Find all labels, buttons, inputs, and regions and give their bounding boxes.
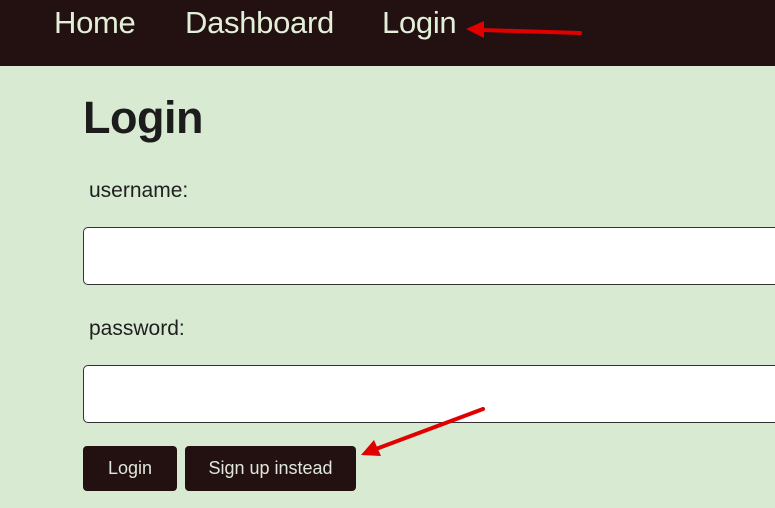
login-button[interactable]: Login	[83, 446, 177, 491]
page: Home Dashboard Login Login username: pas…	[0, 0, 775, 508]
nav-link-home[interactable]: Home	[54, 3, 136, 43]
username-label: username:	[89, 179, 189, 202]
page-title: Login	[83, 92, 203, 143]
nav-link-dashboard[interactable]: Dashboard	[185, 3, 334, 43]
username-input[interactable]	[83, 227, 775, 285]
nav-link-login[interactable]: Login	[382, 3, 457, 43]
signup-button[interactable]: Sign up instead	[185, 446, 356, 491]
top-navbar: Home Dashboard Login	[0, 0, 775, 66]
password-input[interactable]	[83, 365, 775, 423]
password-label: password:	[89, 317, 185, 340]
